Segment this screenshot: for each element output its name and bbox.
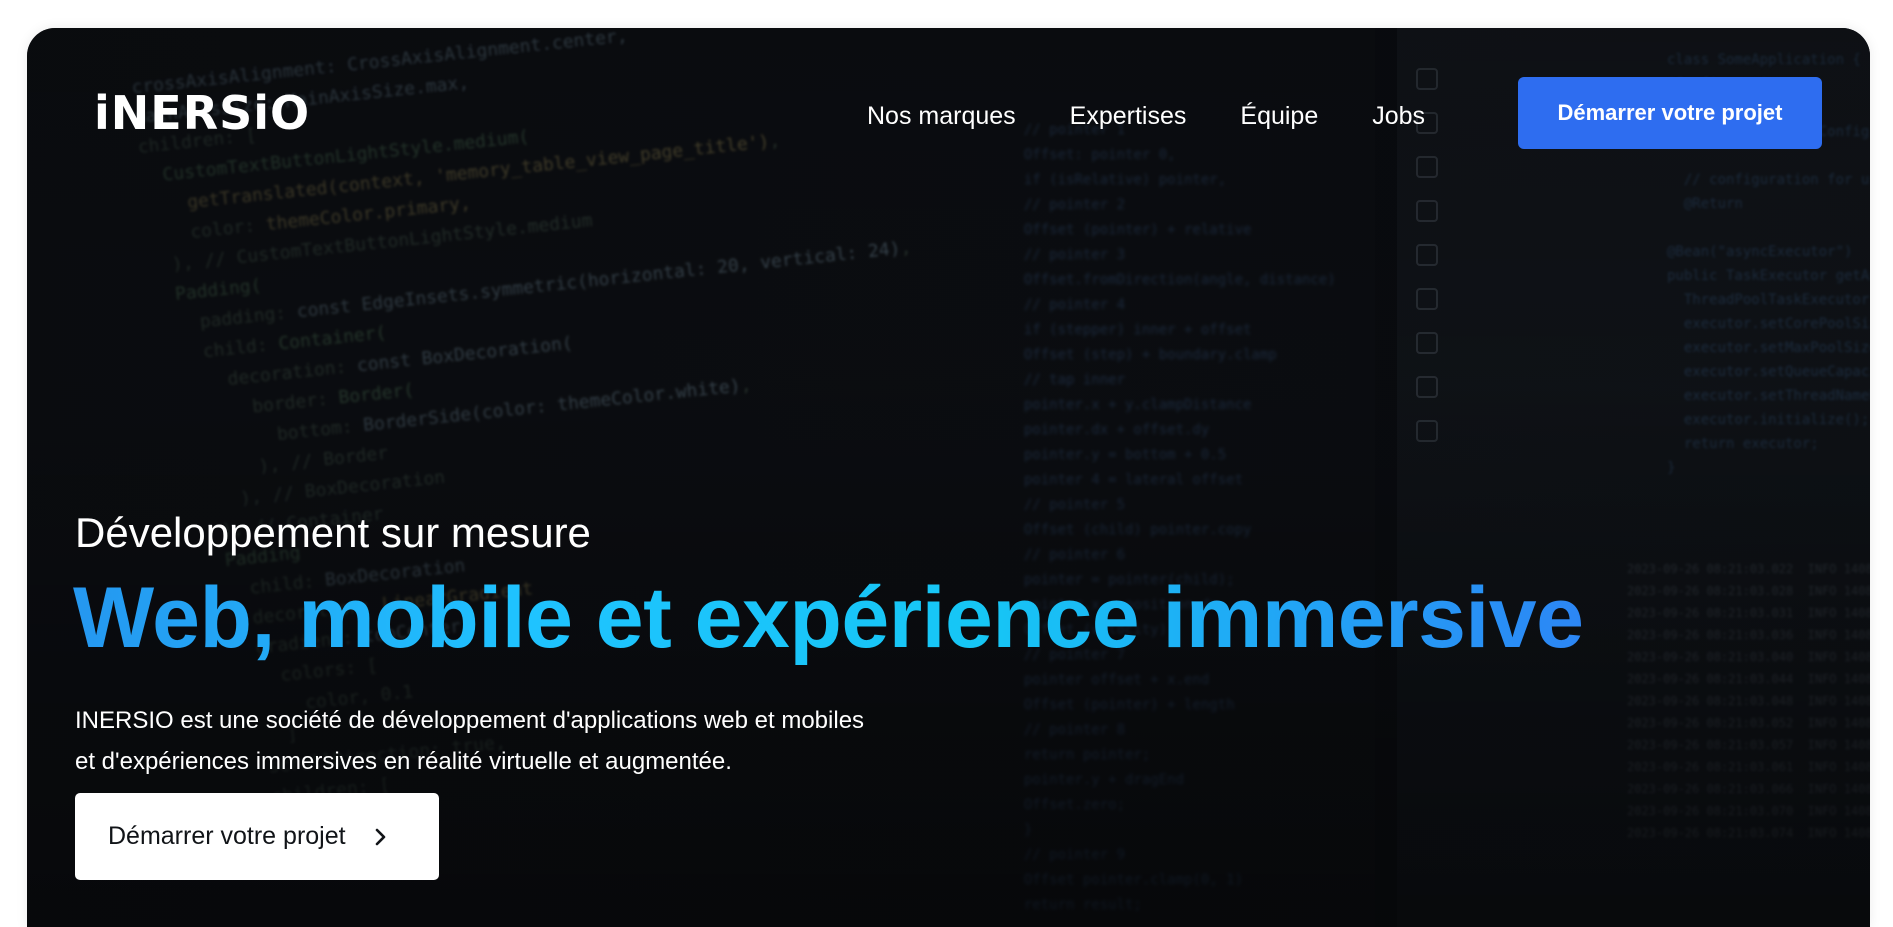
nav-item-expertises[interactable]: Expertises [1070,96,1187,136]
brand-logo[interactable]: iNERSiO [94,88,310,138]
hero-section: crossAxisAlignment: CrossAxisAlignment.c… [27,28,1870,927]
nav-item-jobs[interactable]: Jobs [1372,96,1425,136]
chevron-right-icon [375,828,385,845]
nav-item-equipe[interactable]: Équipe [1240,96,1318,136]
hero-subtitle: Développement sur mesure [75,509,591,556]
hero-description: INERSIO est une société de développement… [75,700,975,782]
header-start-project-button[interactable]: Démarrer votre projet [1518,77,1822,149]
hero-cta-label: Démarrer votre projet [108,822,346,850]
hero-description-line-2: et d'expériences immersives en réalité v… [75,748,732,775]
nav-item-nos-marques[interactable]: Nos marques [867,96,1016,136]
hero-start-project-button[interactable]: Démarrer votre projet [75,793,439,880]
main-nav: Nos marques Expertises Équipe Jobs [867,96,1479,136]
hero-headline: Web, mobile et expérience immersive [73,570,1584,666]
hero-description-line-1: INERSIO est une société de développement… [75,707,865,734]
